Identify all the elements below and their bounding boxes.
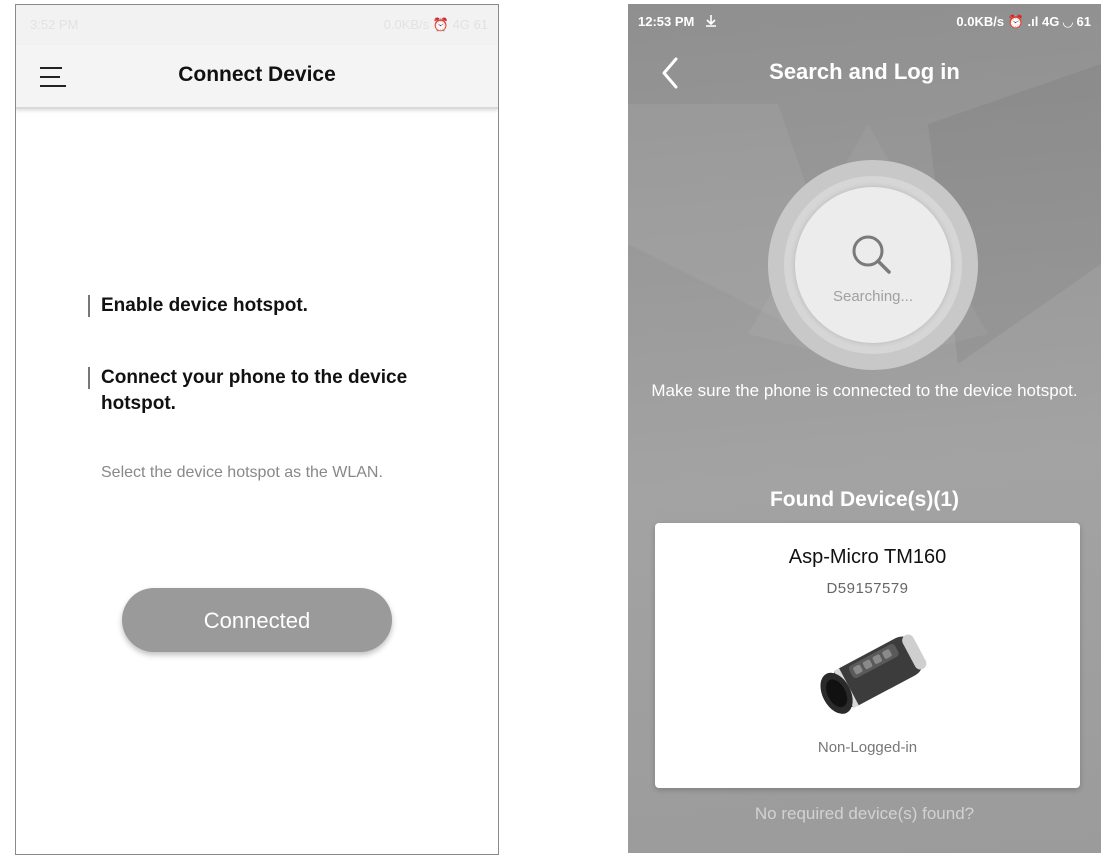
app-header: Connect Device — [16, 45, 498, 109]
magnifier-icon — [852, 235, 891, 274]
search-button[interactable]: Searching... — [795, 187, 951, 343]
search-login-screen: 12:53 PM 0.0KB/s ⏰ .ıl 4G ◡ 61 Search an… — [628, 4, 1101, 853]
step-marker — [88, 367, 90, 389]
searching-label: Searching... — [832, 288, 914, 305]
device-login-status: Non-Logged-in — [817, 739, 918, 756]
page-title: Search and Log in — [769, 59, 960, 84]
status-bar: 3:52 PM 0.0KB/s ⏰ 4G 61 — [16, 5, 498, 45]
found-devices-heading: Found Device(s)(1) — [769, 488, 960, 511]
device-name: Asp-Micro TM160 — [788, 546, 947, 568]
thermal-monocular-icon — [820, 634, 927, 714]
status-bar: 12:53 PM 0.0KB/s ⏰ .ıl 4G ◡ 61 — [628, 4, 1101, 40]
status-indicators: 0.0KB/s ⏰ .ıl 4G ◡ 61 — [956, 14, 1091, 29]
status-indicators: 0.0KB/s ⏰ 4G 61 — [383, 17, 488, 32]
status-time: 3:52 PM — [30, 17, 79, 32]
status-time: 12:53 PM — [638, 4, 718, 40]
download-arrow-icon — [706, 15, 716, 27]
connect-device-screen: 3:52 PM 0.0KB/s ⏰ 4G 61 Connect Device E… — [15, 4, 499, 855]
step-connect-phone: Connect your phone to the device hotspot… — [88, 365, 418, 417]
hotspot-note: Make sure the phone is connected to the … — [651, 381, 1078, 400]
step-enable-hotspot: Enable device hotspot. — [88, 293, 418, 319]
step-marker — [88, 295, 90, 317]
connected-button[interactable]: Connected — [122, 588, 392, 652]
device-serial: D59157579 — [826, 580, 909, 597]
device-card[interactable]: Asp-Micro TM160 D59157579 Non-Logged-in — [655, 523, 1080, 788]
page-title: Connect Device — [178, 63, 336, 86]
step-text: Enable device hotspot. — [101, 295, 308, 316]
step-text: Connect your phone to the device hotspot… — [101, 367, 408, 414]
no-device-found-link[interactable]: No required device(s) found? — [628, 804, 1101, 824]
step-hint: Select the device hotspot as the WLAN. — [101, 464, 383, 481]
